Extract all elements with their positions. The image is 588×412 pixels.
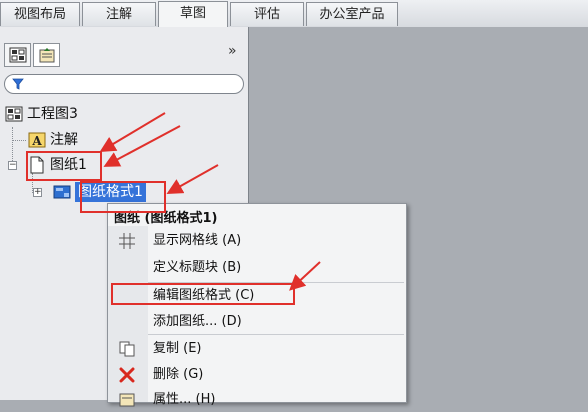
feature-tree-tab[interactable]: [4, 43, 31, 67]
menu-item-label: 删除 (G): [153, 367, 204, 382]
menu-item-label: 定义标题块 (B): [153, 260, 242, 275]
menu-item-properties[interactable]: 属性... (H): [108, 388, 406, 412]
sheet-format-expand-toggle[interactable]: +: [33, 188, 42, 197]
menu-item-delete[interactable]: 删除 (G): [108, 363, 406, 387]
property-manager-tab[interactable]: [33, 43, 60, 67]
svg-text:A: A: [31, 134, 42, 148]
delete-icon: [119, 367, 135, 383]
highlight-box-sheet-format: [80, 181, 166, 213]
panel-collapse-chevron-icon[interactable]: »: [228, 43, 237, 59]
menu-item-label: 属性... (H): [153, 392, 216, 407]
command-manager-tabs: 视图布局 注解 草图 评估 办公室产品: [0, 0, 588, 28]
menu-item-label: 复制 (E): [153, 341, 202, 356]
feature-tree-icon: [9, 47, 27, 63]
tab-evaluate[interactable]: 评估: [230, 2, 304, 26]
tab-office-products[interactable]: 办公室产品: [306, 2, 398, 26]
highlight-box-edit-sheet-format: [111, 283, 295, 305]
menu-item-define-title-block[interactable]: 定义标题块 (B): [108, 256, 406, 280]
properties-icon: [119, 393, 135, 407]
property-manager-icon: [39, 48, 55, 63]
tab-view-layout[interactable]: 视图布局: [0, 2, 80, 26]
filter-icon: [12, 78, 24, 90]
menu-item-label: 添加图纸... (D): [153, 314, 242, 329]
menu-item-add-sheet[interactable]: 添加图纸... (D): [108, 310, 406, 334]
tree-item-label: 注解: [50, 132, 78, 148]
tree-filter-input[interactable]: [4, 74, 244, 94]
grid-icon: [119, 233, 135, 249]
tab-annotation[interactable]: 注解: [82, 2, 156, 26]
annotation-icon: A: [28, 132, 46, 148]
sheet-format-icon: [53, 185, 71, 199]
highlight-box-sheet: [26, 151, 102, 181]
tab-sketch[interactable]: 草图: [158, 1, 228, 27]
tree-item-label: 工程图3: [27, 106, 78, 122]
sheet-collapse-toggle[interactable]: −: [8, 161, 17, 170]
drawing-document-icon: [5, 106, 23, 122]
copy-icon: [119, 341, 135, 357]
menu-item-label: 显示网格线 (A): [153, 233, 242, 248]
menu-item-show-grid[interactable]: 显示网格线 (A): [108, 229, 406, 253]
menu-item-copy[interactable]: 复制 (E): [108, 337, 406, 361]
